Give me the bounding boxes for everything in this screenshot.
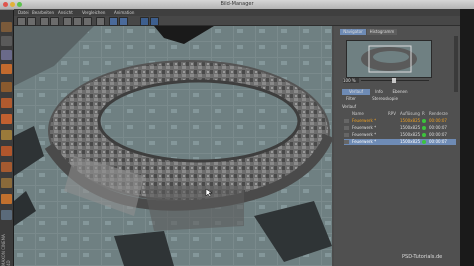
col-rpv: RPV bbox=[388, 111, 396, 116]
history-title: Verlauf bbox=[342, 104, 357, 109]
thumbnail-icon bbox=[344, 133, 349, 137]
col-name: Name bbox=[352, 111, 364, 116]
zoom-field[interactable]: 100 % bbox=[343, 78, 359, 83]
col-renderzeit: Renderze bbox=[429, 111, 448, 116]
thumbnail-icon bbox=[344, 140, 349, 144]
history-row[interactable]: Feuerwerk * 1500x825 00:00:07 bbox=[344, 125, 456, 131]
tool-icon[interactable] bbox=[1, 98, 12, 108]
row-resolution: 1500x825 bbox=[400, 132, 421, 137]
rendered-image bbox=[14, 26, 332, 266]
col-aufloesung: Auflösung bbox=[400, 111, 420, 116]
channel-g-icon[interactable] bbox=[73, 17, 82, 26]
row-time: 00:00:07 bbox=[429, 125, 447, 130]
row-resolution: 1500x825 bbox=[400, 118, 421, 123]
tab-info[interactable]: Info bbox=[372, 89, 386, 95]
thumbnail-icon bbox=[344, 126, 349, 130]
tab-histogramm[interactable]: Histogramm bbox=[367, 29, 397, 35]
status-dot-icon bbox=[422, 140, 426, 144]
tab-navigator[interactable]: Navigator bbox=[340, 29, 366, 35]
view-icon[interactable] bbox=[150, 17, 159, 26]
row-resolution: 1500x825 bbox=[400, 139, 421, 144]
render-icon[interactable] bbox=[17, 17, 26, 26]
render-viewport[interactable] bbox=[14, 26, 332, 266]
tool-icon[interactable] bbox=[1, 210, 12, 220]
tool-icon[interactable] bbox=[1, 36, 12, 46]
watermark: PSD-Tutorials.de bbox=[402, 254, 443, 260]
row-time: 00:00:07 bbox=[429, 139, 447, 144]
tool-icon[interactable] bbox=[1, 50, 12, 60]
row-name: Feuerwerk * bbox=[352, 125, 377, 130]
navigator-thumbnail[interactable] bbox=[346, 40, 432, 78]
tool-icon[interactable] bbox=[1, 162, 12, 172]
menu-ansicht[interactable]: Ansicht bbox=[58, 9, 73, 16]
status-dot-icon bbox=[422, 133, 426, 137]
alpha-icon[interactable] bbox=[96, 17, 105, 26]
status-dot-icon bbox=[422, 126, 426, 130]
menu-datei[interactable]: Datei bbox=[18, 9, 29, 16]
menu-vergleichen[interactable]: Vergleichen bbox=[82, 9, 105, 16]
row-resolution: 1500x825 bbox=[400, 125, 421, 130]
history-row-selected[interactable]: Feuerwerk * 1500x825 00:00:07 bbox=[344, 139, 456, 145]
row-name: Feuerwerk * bbox=[352, 132, 377, 137]
navigator-scrollbar[interactable] bbox=[454, 36, 458, 92]
history-row[interactable]: Feuerwerk * 1500x825 00:00:07 bbox=[344, 118, 456, 124]
stop-icon[interactable] bbox=[27, 17, 36, 26]
menu-bearbeiten[interactable]: Bearbeiten bbox=[32, 9, 54, 16]
status-dot-icon bbox=[422, 119, 426, 123]
desktop-edge bbox=[460, 9, 474, 266]
tool-icon[interactable] bbox=[1, 130, 12, 140]
tab-verlauf[interactable]: Verlauf bbox=[342, 89, 370, 95]
tab-ebenen[interactable]: Ebenen bbox=[389, 89, 411, 95]
compare-a-icon[interactable] bbox=[40, 17, 49, 26]
compare-b-icon[interactable] bbox=[50, 17, 59, 26]
col-r: R bbox=[422, 111, 425, 116]
tool-icon[interactable] bbox=[1, 178, 12, 188]
zoom-icon[interactable] bbox=[109, 17, 118, 26]
menu-bar bbox=[14, 9, 460, 16]
channel-b-icon[interactable] bbox=[83, 17, 92, 26]
fit-icon[interactable] bbox=[119, 17, 128, 26]
tool-icon[interactable] bbox=[1, 64, 12, 74]
tab-filter[interactable]: Filter bbox=[344, 96, 358, 102]
tool-icon[interactable] bbox=[1, 82, 12, 92]
row-time: 00:00:07 bbox=[429, 118, 447, 123]
row-name: Feuerwerk * bbox=[352, 139, 377, 144]
window-title: Bild-Manager bbox=[220, 1, 254, 7]
tool-icon[interactable] bbox=[1, 22, 12, 32]
zoom-slider-knob[interactable] bbox=[392, 78, 396, 83]
history-header: Name RPV Auflösung R Renderze bbox=[344, 111, 456, 117]
tool-icon[interactable] bbox=[1, 194, 12, 204]
view-icon[interactable] bbox=[140, 17, 149, 26]
tool-icon[interactable] bbox=[1, 146, 12, 156]
brand-text: MAXON CINEMA 4D bbox=[1, 234, 11, 266]
history-row[interactable]: Feuerwerk * 1500x825 00:00:07 bbox=[344, 132, 456, 138]
menu-animation[interactable]: Animation bbox=[114, 9, 134, 16]
tool-icon[interactable] bbox=[1, 114, 12, 124]
thumbnail-icon bbox=[344, 119, 349, 123]
row-name: Feuerwerk * bbox=[352, 118, 377, 123]
row-time: 00:00:07 bbox=[429, 132, 447, 137]
channel-r-icon[interactable] bbox=[63, 17, 72, 26]
tab-stereoskopie[interactable]: Stereoskopie bbox=[370, 96, 400, 102]
